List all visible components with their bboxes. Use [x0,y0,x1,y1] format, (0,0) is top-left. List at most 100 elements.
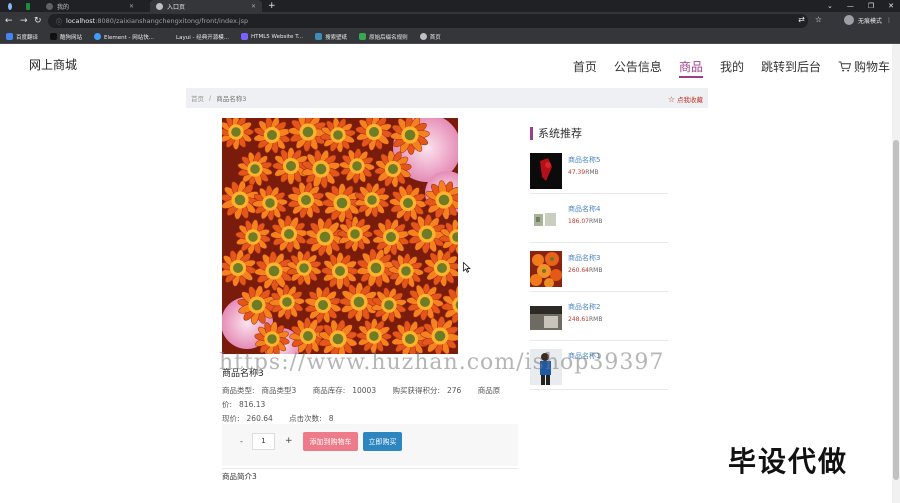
list-item[interactable]: 商品名称5 47.39RMB [530,149,668,194]
bookmark-icon [315,33,323,40]
bookmark-label: Layui - 经典开源模... [176,34,229,41]
nav-cart[interactable]: 购物车 [838,58,890,78]
favorite-button[interactable]: ☆ 点我收藏 [667,94,703,105]
bookmark-label: 百度翻译 [16,34,39,41]
bookmark-icon [6,33,13,40]
nav-products[interactable]: 商品 [678,58,703,78]
sheet-icon [26,2,30,10]
favorite-label: 点我收藏 [677,96,703,104]
scrollbar-thumb[interactable] [893,140,899,480]
bookmark-icon [419,33,427,40]
site-logo[interactable]: 网上商城 [29,56,77,73]
breadcrumb-home[interactable]: 首页 [191,93,204,103]
page-scrollbar[interactable] [892,44,900,503]
orig-price-value: 816.13 [239,400,266,409]
quantity-decrement[interactable]: - [240,437,243,446]
star-icon[interactable]: ☆ [815,15,822,24]
list-item[interactable]: 商品名称2 248.61RMB [530,296,668,341]
bookmark-item[interactable]: 搜索壁纸 [315,33,347,41]
recommend-thumbnail [530,251,562,287]
recommend-price: 186.07RMB [568,218,602,225]
browser-tab-3[interactable]: 我的 ✕ [40,0,140,12]
breadcrumb-current: 商品名称3 [216,95,247,103]
recommend-thumbnail [530,300,562,336]
bookmark-icon [359,33,367,40]
recommend-name[interactable]: 商品名称4 [568,204,600,214]
close-icon[interactable]: ✕ [251,3,256,10]
bookmark-item[interactable]: HTML5 Website T... [240,33,303,40]
bookmark-icon [50,33,58,40]
new-tab-icon[interactable]: + [268,0,276,12]
url-path: :8080/zaixianshangchengxitong/front/inde… [95,17,249,25]
reload-icon[interactable]: ↻ [34,15,42,27]
forward-icon[interactable]: → [20,15,28,27]
star-icon: ☆ [667,94,675,104]
bookmark-item[interactable]: 首页 [419,33,441,41]
bookmark-icon [240,33,248,40]
mouse-cursor-icon [463,262,471,273]
bookmark-item[interactable]: 原始后缀名规则 [359,33,408,41]
address-bar-actions: ⇄ ☆ [798,15,822,24]
profile-label: 无痕模式 [857,17,882,25]
nav-home[interactable]: 首页 [573,58,597,78]
overlay-stamp-text: 毕设代做 [728,445,849,478]
bookmark-label: 搜索壁纸 [325,34,348,41]
menu-icon[interactable]: ⋮ [886,17,892,24]
price-unit: RMB [585,169,599,176]
bookmark-item[interactable]: Layui - 经典开源模... [166,33,229,41]
points-label: 购买获得积分: [392,386,441,395]
restore-icon[interactable]: ❐ [868,2,874,10]
type-value: 商品类型3 [261,386,297,395]
add-to-cart-button[interactable]: 添加到购物车 [303,432,358,451]
clicks-label: 点击次数: [289,414,322,423]
stock-value: 10003 [352,386,377,395]
profile-button[interactable]: 无痕模式 ⋮ [843,15,892,25]
list-item[interactable]: 商品名称4 186.07RMB [530,198,668,243]
quantity-input[interactable]: 1 [252,433,275,450]
type-label: 商品类型: [222,386,255,395]
buy-now-button[interactable]: 立即购买 [363,432,402,451]
bookmark-icon [94,33,102,40]
price-label: 现价: [222,414,240,423]
bookmark-item[interactable]: Element - 网站快... [94,33,154,41]
list-item[interactable]: 商品名称3 260.64RMB [530,247,668,292]
url-host: localhost [66,17,96,25]
recommend-name[interactable]: 商品名称5 [568,155,600,165]
close-window-icon[interactable]: ✕ [888,2,894,10]
tab-label: 入口页 [167,3,186,11]
browser-tab-active[interactable]: 入口页 ✕ [150,0,262,12]
price-unit: RMB [589,267,603,274]
price-unit: RMB [589,218,603,225]
nav-announcements[interactable]: 公告信息 [614,58,662,78]
recommend-thumbnail [530,202,562,238]
back-icon[interactable]: ← [5,15,13,27]
browser-tab-bar: 我的 ✕ 入口页 ✕ + ⌄ — ❐ ✕ [0,0,900,12]
recommend-name[interactable]: 商品名称2 [568,302,600,312]
purchase-box: - 1 + 添加到购物车 立即购买 [222,424,518,466]
price-value: 248.61 [568,316,589,323]
browser-tab-1[interactable] [2,0,18,12]
main-nav: 首页 公告信息 商品 我的 跳转到后台 购物车 [573,58,890,78]
bookmark-item[interactable]: 百度翻译 [6,33,38,41]
breadcrumb-separator: / [209,94,212,102]
window-controls: ⌄ — ❐ ✕ [827,0,894,12]
product-intro: 商品简介3 [222,468,518,482]
minimize-icon[interactable]: — [847,2,854,10]
chevron-down-icon[interactable]: ⌄ [827,2,833,10]
quantity-increment[interactable]: + [285,436,293,446]
globe-icon [156,2,163,10]
address-bar[interactable]: ⓘ localhost:8080/zaixianshangchengxitong… [48,14,808,28]
price-value: 186.07 [568,218,589,225]
nav-mine[interactable]: 我的 [720,58,744,78]
browser-tab-2[interactable] [20,0,36,12]
bookmark-label: 首页 [429,34,441,41]
chrome-icon [8,2,12,10]
recommend-price: 47.39RMB [568,169,599,176]
bookmark-item[interactable]: 酷狗网站 [50,33,82,41]
translate-icon[interactable]: ⇄ [798,15,805,24]
incognito-icon [843,15,854,25]
nav-admin[interactable]: 跳转到后台 [761,58,821,78]
recommend-name[interactable]: 商品名称3 [568,253,600,263]
recommend-price: 248.61RMB [568,316,602,323]
close-icon[interactable]: ✕ [129,3,134,10]
